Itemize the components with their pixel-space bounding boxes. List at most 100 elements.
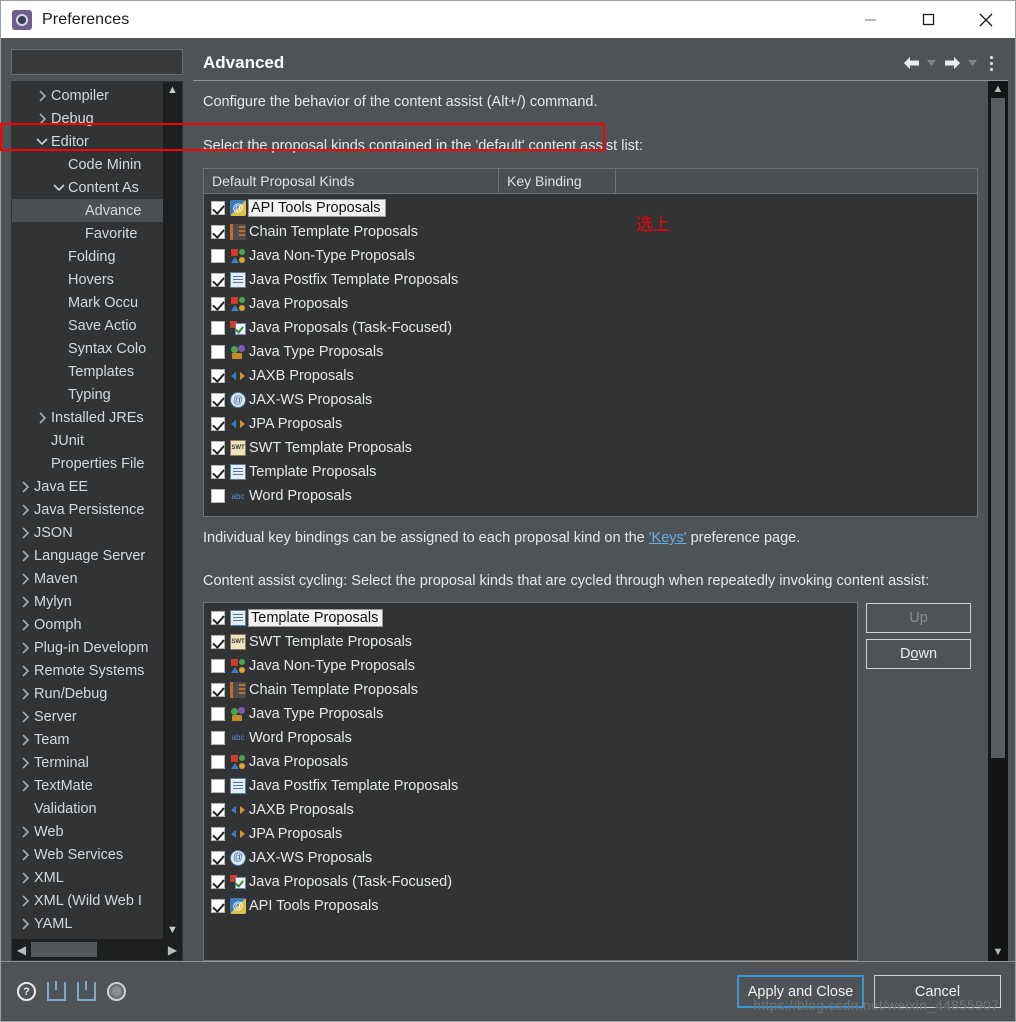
- chevron-right-icon[interactable]: [16, 526, 34, 539]
- sidebar-item-plug-in-developm[interactable]: Plug-in Developm: [12, 636, 163, 659]
- proposal-checkbox[interactable]: [211, 441, 225, 456]
- chevron-right-icon[interactable]: [16, 779, 34, 792]
- close-icon[interactable]: [957, 1, 1015, 38]
- sidebar-item-editor[interactable]: Editor: [12, 130, 163, 153]
- proposal-checkbox[interactable]: [211, 658, 225, 673]
- page-scroll-down-icon[interactable]: ▼: [993, 947, 1004, 958]
- scroll-down-icon[interactable]: ▼: [167, 925, 178, 936]
- chevron-right-icon[interactable]: [16, 848, 34, 861]
- chevron-right-icon[interactable]: [16, 595, 34, 608]
- chevron-down-icon[interactable]: [33, 137, 51, 146]
- keys-preference-link[interactable]: 'Keys': [649, 530, 687, 546]
- page-vertical-scrollbar[interactable]: ▲ ▼: [988, 81, 1008, 961]
- proposal-kind-row[interactable]: Java Proposals (Task-Focused): [204, 870, 857, 894]
- proposal-kind-row[interactable]: Template Proposals: [204, 460, 977, 484]
- chevron-right-icon[interactable]: [16, 825, 34, 838]
- chevron-right-icon[interactable]: [33, 89, 51, 102]
- chevron-right-icon[interactable]: [16, 572, 34, 585]
- proposal-checkbox[interactable]: [211, 826, 225, 841]
- restore-defaults-icon[interactable]: [107, 982, 126, 1001]
- proposal-checkbox[interactable]: [211, 345, 225, 360]
- chevron-right-icon[interactable]: [33, 112, 51, 125]
- chevron-right-icon[interactable]: [16, 871, 34, 884]
- proposal-kind-row[interactable]: SWT Template Proposals: [204, 630, 857, 654]
- chevron-right-icon[interactable]: [33, 411, 51, 424]
- proposal-checkbox[interactable]: [211, 489, 225, 504]
- sidebar-item-server[interactable]: Server: [12, 705, 163, 728]
- proposal-checkbox[interactable]: [211, 754, 225, 769]
- proposal-kind-row[interactable]: SWT Template Proposals: [204, 436, 977, 460]
- sidebar-item-properties-file[interactable]: Properties File: [12, 452, 163, 475]
- sidebar-item-syntax-colo[interactable]: Syntax Colo: [12, 337, 163, 360]
- sidebar-item-team[interactable]: Team: [12, 728, 163, 751]
- sidebar-item-typing[interactable]: Typing: [12, 383, 163, 406]
- chevron-right-icon[interactable]: [16, 917, 34, 930]
- chevron-right-icon[interactable]: [16, 503, 34, 516]
- sidebar-item-json[interactable]: JSON: [12, 521, 163, 544]
- proposal-kind-row[interactable]: JPA Proposals: [204, 822, 857, 846]
- forward-history-chevron-down-icon[interactable]: [965, 51, 980, 75]
- export-icon[interactable]: [77, 981, 96, 1001]
- sidebar-item-language-server[interactable]: Language Server: [12, 544, 163, 567]
- chevron-right-icon[interactable]: [16, 894, 34, 907]
- proposal-checkbox[interactable]: [211, 369, 225, 384]
- proposal-checkbox[interactable]: [211, 297, 225, 312]
- tree-vertical-scrollbar[interactable]: ▲ ▼: [163, 82, 182, 939]
- proposal-kind-row[interactable]: Java Proposals: [204, 292, 977, 316]
- proposal-kind-row[interactable]: JAXB Proposals: [204, 364, 977, 388]
- proposal-checkbox[interactable]: [211, 706, 225, 721]
- proposal-checkbox[interactable]: [211, 201, 225, 216]
- filter-box[interactable]: [11, 49, 183, 75]
- proposal-checkbox[interactable]: [211, 465, 225, 480]
- proposal-checkbox[interactable]: [211, 778, 225, 793]
- sidebar-item-compiler[interactable]: Compiler: [12, 84, 163, 107]
- chevron-right-icon[interactable]: [16, 664, 34, 677]
- sidebar-item-favorite[interactable]: Favorite: [12, 222, 163, 245]
- sidebar-item-hovers[interactable]: Hovers: [12, 268, 163, 291]
- proposal-checkbox[interactable]: [211, 610, 225, 625]
- hscroll-thumb[interactable]: [31, 942, 97, 957]
- scroll-up-icon[interactable]: ▲: [167, 85, 178, 96]
- page-scroll-up-icon[interactable]: ▲: [993, 84, 1004, 95]
- column-header-key-binding[interactable]: Key Binding: [499, 169, 616, 194]
- proposal-kind-row[interactable]: Java Proposals: [204, 750, 857, 774]
- column-header-name[interactable]: Default Proposal Kinds: [204, 169, 499, 194]
- sidebar-item-oomph[interactable]: Oomph: [12, 613, 163, 636]
- move-down-button[interactable]: Down: [866, 638, 971, 669]
- proposal-kind-row[interactable]: JPA Proposals: [204, 412, 977, 436]
- scroll-left-icon[interactable]: ◀: [12, 943, 31, 957]
- sidebar-item-web-services[interactable]: Web Services: [12, 843, 163, 866]
- proposal-checkbox[interactable]: [211, 321, 225, 336]
- back-arrow-icon[interactable]: [900, 51, 922, 75]
- view-menu-icon[interactable]: [982, 51, 1000, 75]
- proposal-kind-row[interactable]: Word Proposals: [204, 484, 977, 508]
- move-up-button[interactable]: Up: [866, 602, 971, 633]
- proposal-checkbox[interactable]: [211, 850, 225, 865]
- proposal-kind-row[interactable]: Java Type Proposals: [204, 340, 977, 364]
- proposal-kind-row[interactable]: Java Type Proposals: [204, 702, 857, 726]
- proposal-kind-row[interactable]: Java Proposals (Task-Focused): [204, 316, 977, 340]
- chevron-right-icon[interactable]: [16, 641, 34, 654]
- proposal-checkbox[interactable]: [211, 898, 225, 913]
- chevron-right-icon[interactable]: [16, 756, 34, 769]
- proposal-checkbox[interactable]: [211, 225, 225, 240]
- proposal-kind-row[interactable]: Java Non-Type Proposals: [204, 244, 977, 268]
- sidebar-item-textmate[interactable]: TextMate: [12, 774, 163, 797]
- proposal-kind-row[interactable]: JAX-WS Proposals: [204, 846, 857, 870]
- sidebar-item-java-ee[interactable]: Java EE: [12, 475, 163, 498]
- minimize-icon[interactable]: [841, 1, 899, 38]
- scroll-right-icon[interactable]: ▶: [163, 943, 182, 957]
- chevron-down-icon[interactable]: [50, 183, 68, 192]
- chevron-right-icon[interactable]: [16, 733, 34, 746]
- proposal-kind-row[interactable]: Chain Template Proposals: [204, 678, 857, 702]
- sidebar-item-folding[interactable]: Folding: [12, 245, 163, 268]
- sidebar-item-validation[interactable]: Validation: [12, 797, 163, 820]
- chevron-right-icon[interactable]: [16, 549, 34, 562]
- proposal-kind-row[interactable]: JAX-WS Proposals: [204, 388, 977, 412]
- sidebar-item-terminal[interactable]: Terminal: [12, 751, 163, 774]
- proposal-kind-row[interactable]: Java Postfix Template Proposals: [204, 268, 977, 292]
- back-history-chevron-down-icon[interactable]: [924, 51, 939, 75]
- sidebar-item-maven[interactable]: Maven: [12, 567, 163, 590]
- proposal-checkbox[interactable]: [211, 273, 225, 288]
- sidebar-item-debug[interactable]: Debug: [12, 107, 163, 130]
